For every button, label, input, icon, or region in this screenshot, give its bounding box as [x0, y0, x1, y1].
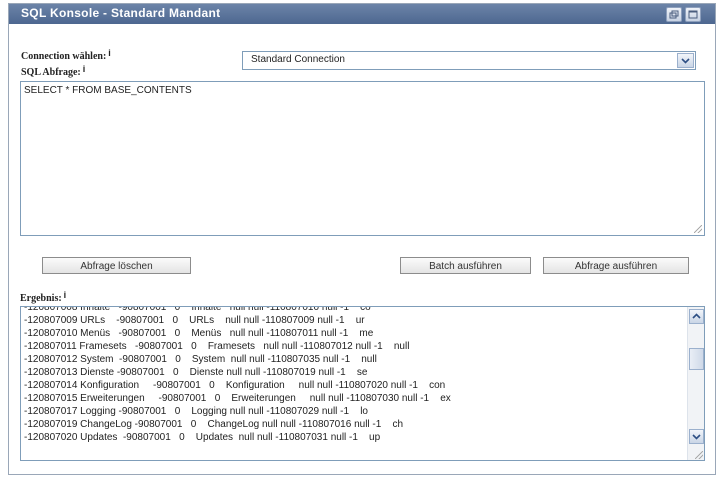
window-title: SQL Konsole - Standard Mandant [21, 6, 221, 20]
info-icon[interactable]: i [64, 290, 67, 300]
run-query-button[interactable]: Abfrage ausführen [543, 257, 689, 274]
result-line: -120807020 Updates -90807001 0 Updates n… [24, 432, 381, 443]
result-line: -120807011 Framesets -90807001 0 Framese… [24, 341, 410, 352]
clear-query-button[interactable]: Abfrage löschen [42, 257, 191, 274]
resize-grip-icon[interactable] [694, 225, 702, 233]
result-line: -120807019 ChangeLog -90807001 0 ChangeL… [24, 419, 403, 430]
resize-grip-icon[interactable] [695, 451, 703, 459]
title-bar: SQL Konsole - Standard Mandant [9, 4, 715, 24]
result-lines: -120807008 Inhalte -90807001 0 Inhalte n… [24, 306, 684, 444]
restore-button[interactable] [666, 7, 682, 22]
vertical-scrollbar[interactable] [687, 307, 704, 460]
maximize-icon [688, 10, 698, 19]
result-line: -120807014 Konfiguration -90807001 0 Kon… [24, 380, 446, 391]
connection-label: Connection wählen: i [21, 48, 111, 62]
chevron-up-icon [692, 313, 701, 319]
result-line: -120807010 Menüs -90807001 0 Menüs null … [24, 328, 374, 339]
connection-select[interactable]: Standard Connection [242, 51, 696, 70]
result-label: Ergebnis: i [20, 290, 67, 304]
connection-select-value: Standard Connection [251, 54, 345, 65]
sql-query-input[interactable]: SELECT * FROM BASE_CONTENTS [20, 81, 705, 236]
run-batch-button[interactable]: Batch ausführen [400, 257, 531, 274]
result-line: -120807009 URLs -90807001 0 URLs null nu… [24, 315, 365, 326]
restore-icon [669, 10, 679, 19]
scroll-up-button[interactable] [689, 309, 704, 324]
result-line: -120807013 Dienste -90807001 0 Dienste n… [24, 367, 368, 378]
info-icon[interactable]: i [83, 64, 86, 74]
info-icon[interactable]: i [108, 48, 111, 58]
results-output[interactable]: -120807008 Inhalte -90807001 0 Inhalte n… [20, 306, 705, 461]
result-line: -120807012 System -90807001 0 System nul… [24, 354, 377, 365]
result-line: -120807008 Inhalte -90807001 0 Inhalte n… [24, 306, 371, 313]
result-line: -120807017 Logging -90807001 0 Logging n… [24, 406, 368, 417]
dropdown-button[interactable] [677, 53, 694, 68]
sql-query-text: SELECT * FROM BASE_CONTENTS [24, 85, 192, 96]
result-line: -120807015 Erweiterungen -90807001 0 Erw… [24, 393, 451, 404]
scroll-down-button[interactable] [689, 429, 704, 444]
maximize-button[interactable] [685, 7, 701, 22]
query-label: SQL Abfrage: i [21, 64, 86, 78]
chevron-down-icon [681, 58, 690, 64]
chevron-down-icon [692, 434, 701, 440]
scrollbar-thumb[interactable] [689, 348, 704, 370]
